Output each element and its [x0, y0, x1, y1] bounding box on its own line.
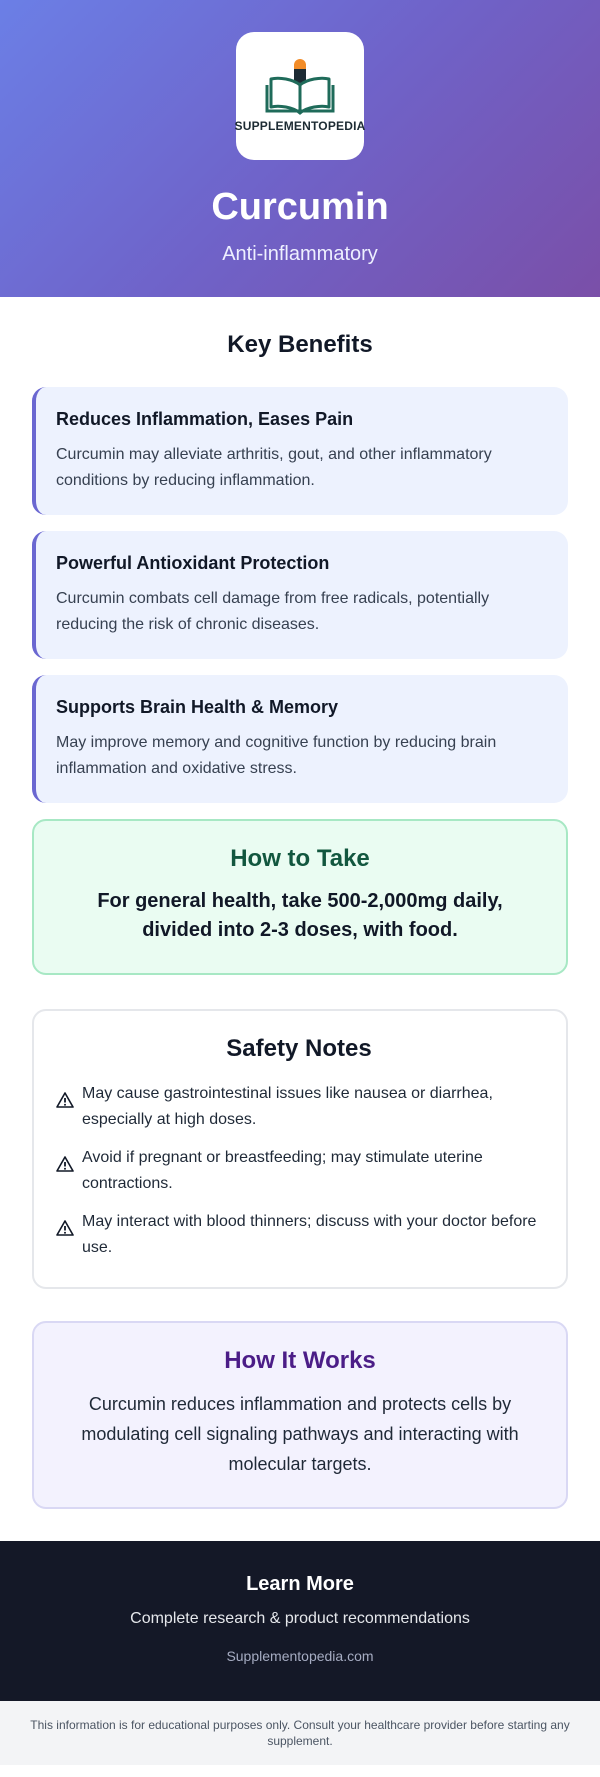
main-content: Key Benefits Reduces Inflammation, Eases… — [0, 331, 600, 1509]
how-it-works-heading: How It Works — [224, 1347, 376, 1374]
how-to-take-card: How to Take For general health, take 500… — [32, 819, 568, 975]
page-subtitle: Anti-inflammatory — [222, 243, 378, 265]
brand-logo: SUPPLEMENTOPEDIA — [234, 32, 366, 160]
disclaimer: This information is for educational purp… — [0, 1701, 600, 1765]
benefit-card: Reduces Inflammation, Eases Pain Curcumi… — [32, 387, 568, 515]
safety-item-text: Avoid if pregnant or breastfeeding; may … — [82, 1149, 483, 1192]
benefit-title: Reduces Inflammation, Eases Pain — [56, 409, 354, 429]
safety-notes-card: Safety Notes May cause gastrointestinal … — [32, 1009, 568, 1289]
hero-header: SUPPLEMENTOPEDIA Curcumin Anti-inflammat… — [0, 0, 600, 297]
safety-item-text: May cause gastrointestinal issues like n… — [82, 1085, 493, 1128]
benefit-description: May improve memory and cognitive functio… — [56, 734, 497, 777]
key-benefits-heading: Key Benefits — [227, 331, 373, 358]
book-capsule-icon — [265, 59, 335, 115]
benefit-description: Curcumin may alleviate arthritis, gout, … — [56, 446, 492, 489]
warning-icon — [56, 1092, 74, 1108]
warning-icon — [56, 1220, 74, 1236]
safety-item: May interact with blood thinners; discus… — [56, 1209, 542, 1261]
benefit-description: Curcumin combats cell damage from free r… — [56, 590, 490, 633]
warning-icon — [56, 1156, 74, 1172]
footer-title: Learn More — [246, 1573, 354, 1595]
safety-notes-heading: Safety Notes — [226, 1035, 372, 1062]
safety-item: May cause gastrointestinal issues like n… — [56, 1081, 542, 1133]
benefit-title: Powerful Antioxidant Protection — [56, 553, 330, 573]
benefit-card: Powerful Antioxidant Protection Curcumin… — [32, 531, 568, 659]
footer: Learn More Complete research & product r… — [0, 1541, 600, 1701]
benefit-title: Supports Brain Health & Memory — [56, 697, 339, 717]
safety-item-text: May interact with blood thinners; discus… — [82, 1213, 537, 1256]
dosage-text: For general health, take 500-2,000mg dai… — [97, 890, 503, 941]
how-it-works-card: How It Works Curcumin reduces inflammati… — [32, 1321, 568, 1509]
how-to-take-heading: How to Take — [230, 845, 370, 872]
page-title: Curcumin — [211, 186, 389, 228]
benefit-card: Supports Brain Health & Memory May impro… — [32, 675, 568, 803]
website-link[interactable]: Supplementopedia.com — [0, 1648, 600, 1664]
footer-subtitle: Complete research & product recommendati… — [130, 1610, 470, 1627]
logo-text: SUPPLEMENTOPEDIA — [234, 119, 366, 133]
safety-item: Avoid if pregnant or breastfeeding; may … — [56, 1145, 542, 1197]
mechanism-text: Curcumin reduces inflammation and protec… — [81, 1394, 519, 1474]
